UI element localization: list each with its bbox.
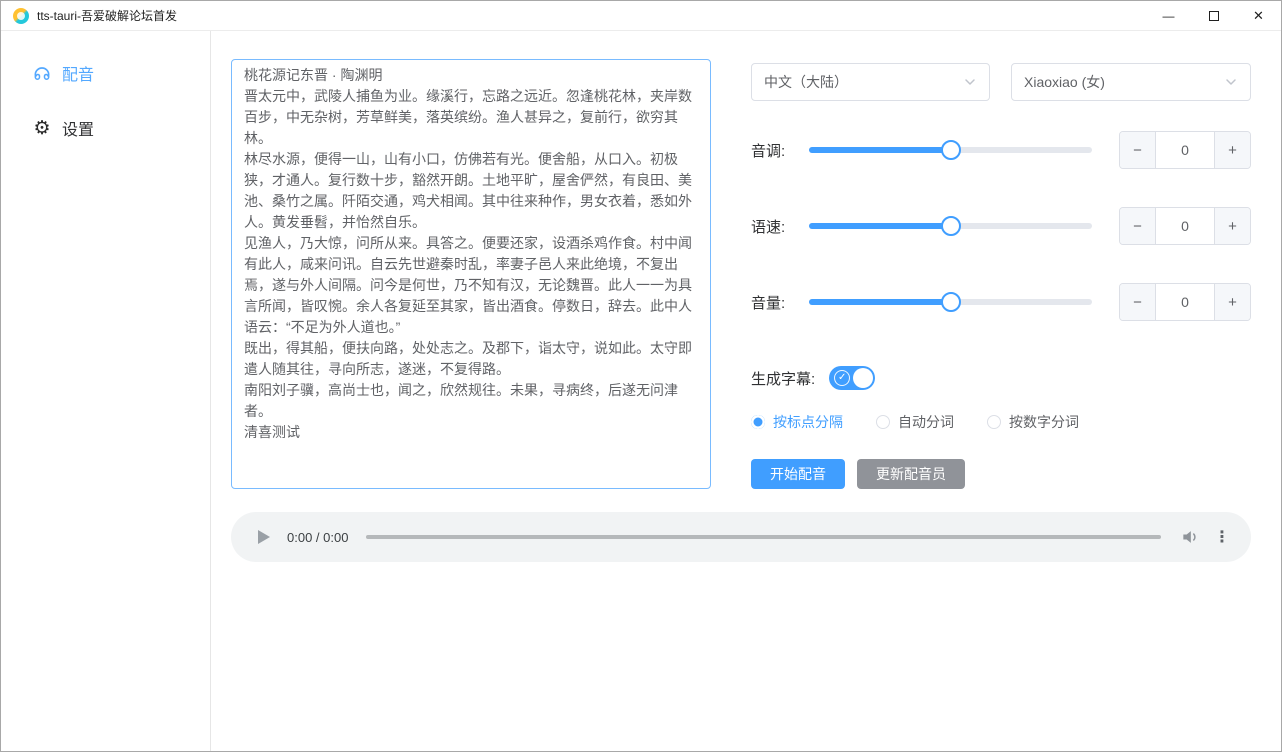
- chevron-down-icon: [963, 75, 977, 89]
- maximize-icon: [1209, 11, 1219, 21]
- tts-text-input[interactable]: 桃花源记东晋 · 陶渊明 晋太元中，武陵人捕鱼为业。缘溪行，忘路之远近。忽逢桃花…: [231, 59, 711, 489]
- volume-slider-thumb[interactable]: [941, 292, 961, 312]
- app-window: tts-tauri-吾爱破解论坛首发 — ✕ 配音 ⚙ 设置: [0, 0, 1282, 752]
- radio-split-punctuation[interactable]: 按标点分隔: [751, 412, 843, 432]
- app-logo-icon: [13, 8, 29, 24]
- split-mode-group: 按标点分隔 自动分词 按数字分词: [751, 409, 1079, 435]
- pitch-slider[interactable]: [809, 140, 1092, 160]
- increase-button[interactable]: +: [1214, 284, 1250, 320]
- radio-label: 按数字分词: [1009, 412, 1079, 432]
- radio-icon: [751, 415, 765, 429]
- volume-icon[interactable]: [1177, 524, 1203, 550]
- pitch-row: 音调: − 0 +: [751, 131, 1251, 169]
- subtitle-label: 生成字幕:: [751, 368, 815, 389]
- minimize-button[interactable]: —: [1146, 1, 1191, 31]
- window-title: tts-tauri-吾爱破解论坛首发: [37, 7, 177, 24]
- radio-split-number[interactable]: 按数字分词: [987, 412, 1079, 432]
- speed-slider-thumb[interactable]: [941, 216, 961, 236]
- volume-row: 音量: − 0 +: [751, 283, 1251, 321]
- audio-player: 0:00 / 0:00 ⋮: [231, 512, 1251, 562]
- sidebar-item-dubbing[interactable]: 配音: [1, 59, 210, 87]
- radio-split-auto[interactable]: 自动分词: [876, 412, 954, 432]
- seek-bar[interactable]: [366, 535, 1161, 539]
- language-select-value: 中文（大陆）: [764, 72, 957, 92]
- check-icon: ✓: [834, 370, 850, 386]
- increase-button[interactable]: +: [1214, 132, 1250, 168]
- maximize-button[interactable]: [1191, 1, 1236, 31]
- radio-icon: [876, 415, 890, 429]
- radio-label: 按标点分隔: [773, 412, 843, 432]
- chevron-down-icon: [1224, 75, 1238, 89]
- sidebar: 配音 ⚙ 设置: [1, 31, 211, 751]
- headphones-icon: [32, 63, 52, 83]
- pitch-stepper: − 0 +: [1119, 131, 1251, 169]
- close-button[interactable]: ✕: [1236, 1, 1281, 31]
- voice-select[interactable]: Xiaoxiao (女): [1011, 63, 1251, 101]
- main-content: 桃花源记东晋 · 陶渊明 晋太元中，武陵人捕鱼为业。缘溪行，忘路之远近。忽逢桃花…: [211, 31, 1281, 751]
- radio-icon: [987, 415, 1001, 429]
- voice-select-value: Xiaoxiao (女): [1024, 72, 1218, 92]
- player-menu-icon[interactable]: ⋮: [1211, 524, 1233, 550]
- speed-slider[interactable]: [809, 216, 1092, 236]
- decrease-button[interactable]: −: [1120, 208, 1156, 244]
- volume-label: 音量:: [751, 292, 809, 313]
- subtitle-toggle[interactable]: ✓: [829, 366, 875, 390]
- sidebar-item-label: 设置: [62, 116, 94, 140]
- language-select[interactable]: 中文（大陆）: [751, 63, 990, 101]
- time-display: 0:00 / 0:00: [287, 530, 348, 545]
- speed-row: 语速: − 0 +: [751, 207, 1251, 245]
- window-controls: — ✕: [1146, 1, 1281, 31]
- update-voices-button[interactable]: 更新配音员: [857, 459, 965, 489]
- decrease-button[interactable]: −: [1120, 284, 1156, 320]
- toggle-knob: [853, 368, 873, 388]
- radio-label: 自动分词: [898, 412, 954, 432]
- volume-slider[interactable]: [809, 292, 1092, 312]
- subtitle-row: 生成字幕: ✓: [751, 364, 875, 392]
- start-dubbing-button[interactable]: 开始配音: [751, 459, 845, 489]
- titlebar: tts-tauri-吾爱破解论坛首发 — ✕: [1, 1, 1281, 31]
- decrease-button[interactable]: −: [1120, 132, 1156, 168]
- pitch-slider-thumb[interactable]: [941, 140, 961, 160]
- action-buttons: 开始配音 更新配音员: [751, 459, 965, 489]
- pitch-value[interactable]: 0: [1156, 132, 1214, 168]
- play-icon[interactable]: [251, 524, 277, 550]
- speed-stepper: − 0 +: [1119, 207, 1251, 245]
- volume-value[interactable]: 0: [1156, 284, 1214, 320]
- volume-stepper: − 0 +: [1119, 283, 1251, 321]
- increase-button[interactable]: +: [1214, 208, 1250, 244]
- speed-label: 语速:: [751, 216, 809, 237]
- pitch-label: 音调:: [751, 140, 809, 161]
- sidebar-item-settings[interactable]: ⚙ 设置: [1, 114, 210, 142]
- sidebar-item-label: 配音: [62, 61, 94, 85]
- gear-icon: ⚙: [32, 118, 52, 138]
- speed-value[interactable]: 0: [1156, 208, 1214, 244]
